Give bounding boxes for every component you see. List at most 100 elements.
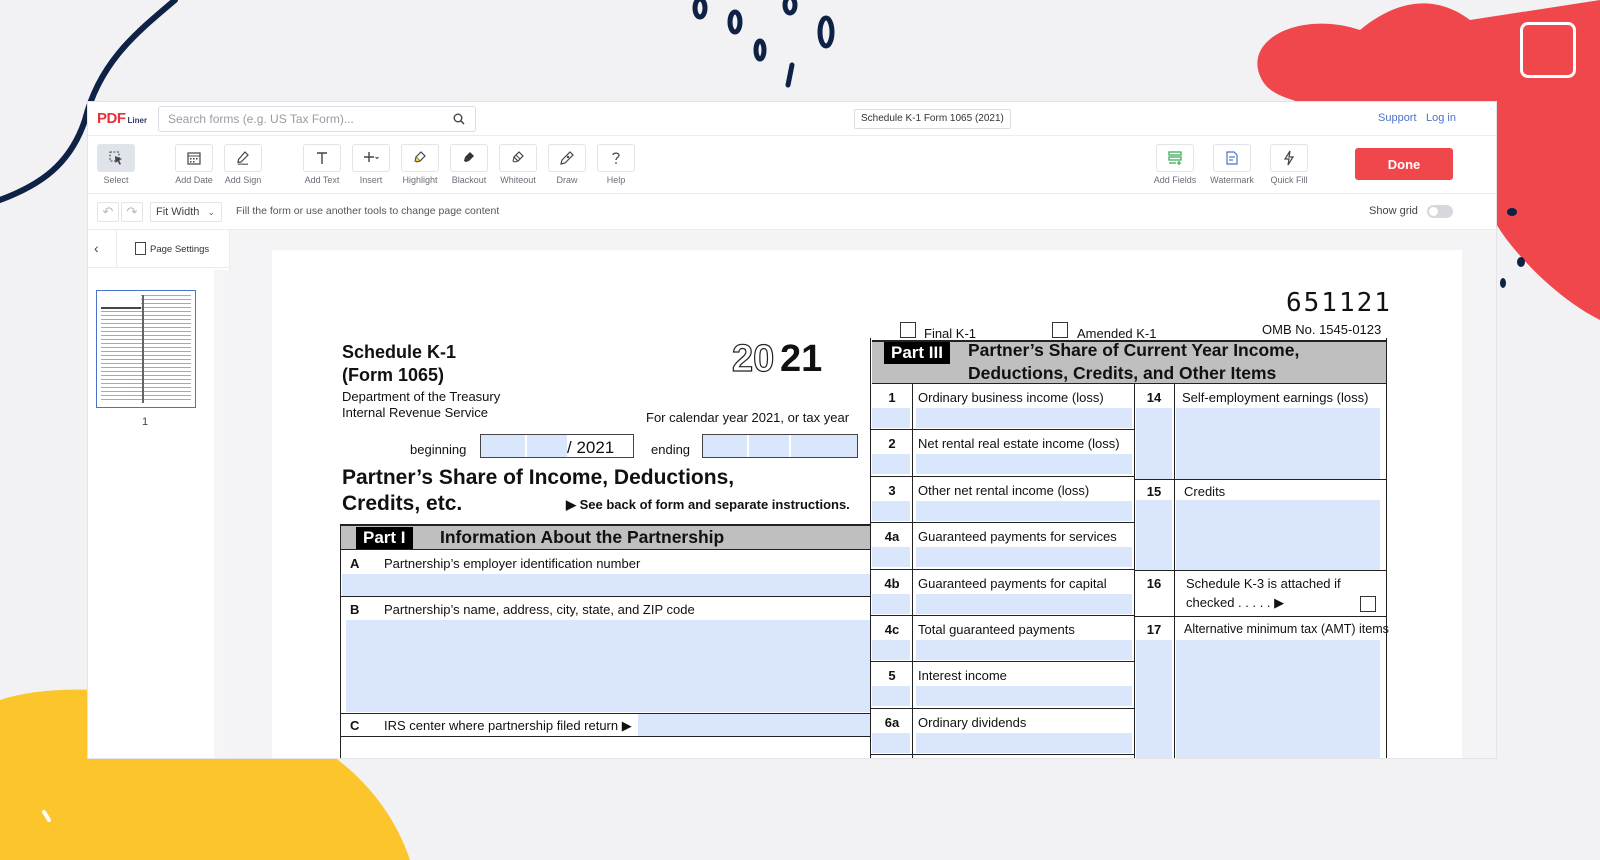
show-grid-toggle[interactable] <box>1427 205 1453 218</box>
line-amount-field[interactable] <box>916 593 1132 614</box>
line-code-field[interactable] <box>872 686 910 707</box>
line-amount-field[interactable] <box>916 547 1132 568</box>
beginning-month-field[interactable] <box>481 435 525 457</box>
line-code-field[interactable] <box>872 500 910 521</box>
done-button[interactable]: Done <box>1355 148 1453 180</box>
highlight-tool[interactable]: Highlight <box>398 144 442 185</box>
select-tool[interactable]: Select <box>94 144 138 185</box>
question-icon <box>612 152 620 164</box>
support-link[interactable]: Support <box>1378 112 1417 124</box>
form-number: (Form 1065) <box>342 365 445 385</box>
line-amount-field[interactable] <box>916 732 1132 753</box>
row-c-letter: C <box>350 718 360 733</box>
part3-left-border <box>870 338 871 758</box>
pdfliner-logo[interactable]: PDF Liner <box>97 110 147 127</box>
line-code-field[interactable] <box>872 593 910 614</box>
page-settings-icon <box>135 242 146 255</box>
line-label: Guaranteed payments for services <box>918 529 1117 545</box>
sidebar-scrollbar[interactable] <box>214 270 230 758</box>
row-divider <box>870 568 1134 570</box>
editor-window: PDFLiner Schedule K-1 Form 1065 (2021) S… <box>88 102 1496 758</box>
blackout-tool[interactable]: Blackout <box>447 144 491 185</box>
add-text-tool[interactable]: Add Text <box>300 144 344 185</box>
ending-day-field[interactable] <box>749 435 789 457</box>
highlight-tool-label: Highlight <box>402 175 438 185</box>
line-amount-field[interactable] <box>916 454 1132 475</box>
cursor-icon <box>109 151 122 165</box>
see-back-instructions: ▶ See back of form and separate instruct… <box>566 497 850 512</box>
add-fields-icon <box>1168 151 1182 165</box>
undo-button[interactable]: ↶ <box>97 202 119 222</box>
quick-fill-tool[interactable]: Quick Fill <box>1267 144 1311 185</box>
part3-title-line2: Deductions, Credits, and Other Items <box>968 363 1277 383</box>
search-icon[interactable] <box>453 113 465 125</box>
login-link[interactable]: Log in <box>1426 112 1456 124</box>
ending-date-field[interactable] <box>702 434 858 458</box>
ending-year-field[interactable] <box>791 435 857 457</box>
line-15-code-field[interactable] <box>1136 500 1172 570</box>
line-code-field[interactable] <box>872 454 910 475</box>
view-options-bar: ↶ ↷ Fit Width ⌄ Fill the form or use anot… <box>88 194 1496 230</box>
zoom-select[interactable]: Fit Width ⌄ <box>150 202 222 222</box>
collapse-sidebar-icon[interactable]: ‹ <box>94 240 99 256</box>
line-amount-field[interactable] <box>916 500 1132 521</box>
watermark-tool[interactable]: Watermark <box>1210 144 1254 185</box>
line-number: 2 <box>888 436 896 452</box>
chevron-down-icon: ⌄ <box>207 207 215 217</box>
beginning-date-field[interactable]: / 2021 <box>480 434 634 458</box>
ending-month-field[interactable] <box>703 435 747 457</box>
add-sign-tool[interactable]: Add Sign <box>221 144 265 185</box>
draw-tool[interactable]: Draw <box>545 144 589 185</box>
ending-label: ending <box>651 442 691 457</box>
insert-tool[interactable]: Insert <box>349 144 393 185</box>
line-code-field[interactable] <box>872 408 910 428</box>
line-code-field[interactable] <box>872 547 910 568</box>
schedule-k3-attached-checkbox[interactable] <box>1360 596 1376 612</box>
irs-center-field[interactable] <box>638 714 870 736</box>
thumbnail-page-number: 1 <box>142 416 149 428</box>
add-text-tool-label: Add Text <box>304 175 340 185</box>
final-k1-checkbox[interactable] <box>900 322 916 338</box>
document-title: Schedule K-1 Form 1065 (2021) <box>854 109 1011 129</box>
partnership-name-address-field[interactable] <box>346 620 870 712</box>
line-15-amount-field[interactable] <box>1176 500 1380 570</box>
beginning-day-field[interactable] <box>527 435 567 457</box>
line-label: Total guaranteed payments <box>918 622 1075 637</box>
line-label: Ordinary business income (loss) <box>918 390 1104 405</box>
search-box <box>158 106 476 132</box>
redo-button[interactable]: ↷ <box>121 202 143 222</box>
page-settings-button[interactable]: Page Settings <box>135 242 209 255</box>
line-17-code-field[interactable] <box>1136 640 1172 758</box>
add-date-tool[interactable]: Add Date <box>172 144 216 185</box>
line-amount-field[interactable] <box>916 686 1132 707</box>
line-amount-field[interactable] <box>916 408 1132 428</box>
line-amount-field[interactable] <box>916 640 1132 660</box>
eraser-icon <box>512 151 524 163</box>
final-k1-label: Final K-1 <box>924 326 977 341</box>
row-divider <box>870 429 1134 431</box>
amended-k1-checkbox[interactable] <box>1052 322 1068 338</box>
line-code-field[interactable] <box>872 640 910 660</box>
partnership-ein-field[interactable] <box>342 574 870 596</box>
line-17-amount-field[interactable] <box>1176 640 1380 758</box>
beginning-year-text: / 2021 <box>567 438 615 457</box>
undo-icon: ↶ <box>102 204 114 219</box>
add-fields-tool[interactable]: Add Fields <box>1153 144 1197 185</box>
line-14-amount-field[interactable] <box>1176 408 1380 480</box>
help-tool[interactable]: Help <box>594 144 638 185</box>
line-15-label: Credits <box>1184 484 1226 499</box>
form-barcode-number: 651121 <box>1286 288 1392 318</box>
page-thumbnail[interactable] <box>96 290 196 408</box>
highlighter-icon <box>414 151 426 163</box>
add-date-tool-label: Add Date <box>175 175 213 185</box>
search-input[interactable] <box>159 107 439 131</box>
line-code-field[interactable] <box>872 732 910 753</box>
instruction-hint: Fill the form or use another tools to ch… <box>236 205 500 217</box>
line-14-code-field[interactable] <box>1136 408 1172 480</box>
help-tool-label: Help <box>606 175 626 185</box>
beginning-label: beginning <box>410 442 467 457</box>
row-divider <box>1134 479 1386 480</box>
page-settings-label: Page Settings <box>150 244 210 255</box>
whiteout-tool[interactable]: Whiteout <box>496 144 540 185</box>
show-grid-label: Show grid <box>1369 205 1418 217</box>
